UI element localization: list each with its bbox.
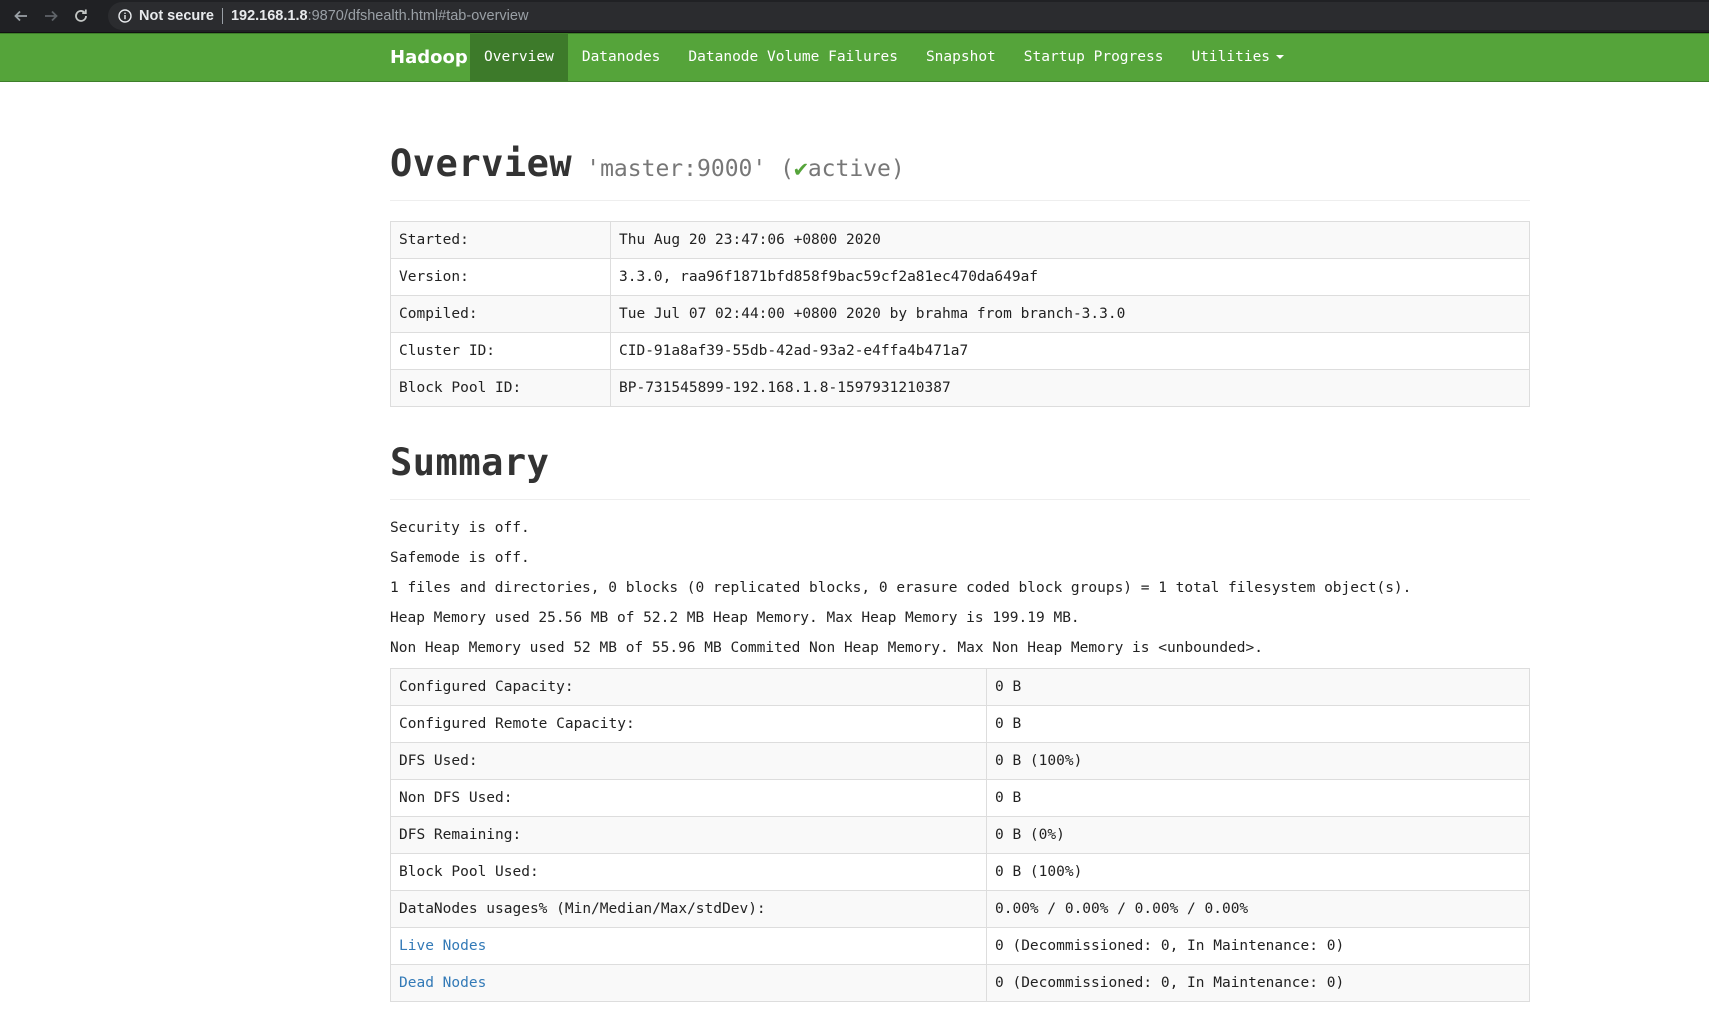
host-status: 'master:9000' (✔active)	[586, 156, 905, 182]
row-value: 3.3.0, raa96f1871bfd858f9bac59cf2a81ec47…	[610, 258, 1530, 296]
summary-header: Summary	[390, 441, 1530, 500]
row-label: Live Nodes	[390, 927, 987, 965]
safemode-status: Safemode is off.	[390, 550, 530, 566]
row-value: 0 (Decommissioned: 0, In Maintenance: 0)	[986, 964, 1530, 1002]
row-value: 0 B (100%)	[986, 853, 1530, 891]
overview-title: Overview	[390, 142, 573, 185]
row-value: Thu Aug 20 23:47:06 +0800 2020	[610, 221, 1530, 259]
table-row: Compiled: Tue Jul 07 02:44:00 +0800 2020 …	[390, 295, 1530, 333]
row-label: Cluster ID:	[390, 332, 611, 370]
row-value: BP-731545899-192.168.1.8-1597931210387	[610, 369, 1530, 407]
row-label: Configured Capacity:	[390, 668, 987, 706]
reload-icon[interactable]	[68, 3, 94, 29]
row-label: DataNodes usages% (Min/Median/Max/stdDev…	[390, 890, 987, 928]
non-heap-memory: Non Heap Memory used 52 MB of 55.96 MB C…	[390, 640, 1263, 656]
info-icon	[118, 9, 132, 23]
page-title: Overview 'master:9000' (✔active)	[390, 142, 1530, 185]
top-navbar: Hadoop Overview Datanodes Datanode Volum…	[0, 33, 1709, 82]
utilities-dropdown[interactable]: Utilities	[1177, 34, 1298, 81]
utilities-label: Utilities	[1191, 49, 1271, 65]
dead-nodes-link[interactable]: Dead Nodes	[399, 975, 486, 991]
row-value: 0 B	[986, 668, 1530, 706]
tab-datanodes[interactable]: Datanodes	[568, 34, 675, 81]
row-value: 0.00% / 0.00% / 0.00% / 0.00%	[986, 890, 1530, 928]
summary-table: Configured Capacity: 0 B Configured Remot…	[390, 668, 1530, 1002]
filesystem-objects: 1 files and directories, 0 blocks (0 rep…	[390, 580, 1412, 596]
row-value: Tue Jul 07 02:44:00 +0800 2020 by brahma…	[610, 295, 1530, 333]
row-value: 0 B	[986, 779, 1530, 817]
row-label: Block Pool ID:	[390, 369, 611, 407]
row-label: Configured Remote Capacity:	[390, 705, 987, 743]
caret-down-icon	[1276, 55, 1285, 59]
url-path: :9870/dfshealth.html#tab-overview	[307, 8, 529, 24]
nav-tabs: Overview Datanodes Datanode Volume Failu…	[470, 34, 1298, 81]
row-label: Block Pool Used:	[390, 853, 987, 891]
row-label: Dead Nodes	[390, 964, 987, 1002]
row-label: Version:	[390, 258, 611, 296]
omnibox-divider	[221, 8, 223, 24]
row-value: 0 B (0%)	[986, 816, 1530, 854]
row-label: Non DFS Used:	[390, 779, 987, 817]
table-row: Configured Remote Capacity: 0 B	[390, 705, 1530, 743]
table-row: Live Nodes 0 (Decommissioned: 0, In Maint…	[390, 927, 1530, 965]
back-arrow-icon[interactable]	[8, 3, 34, 29]
table-row: Version: 3.3.0, raa96f1871bfd858f9bac59cf…	[390, 258, 1530, 296]
main-content: Overview 'master:9000' (✔active) Started:…	[390, 82, 1530, 1002]
row-label: DFS Remaining:	[390, 816, 987, 854]
row-label: Compiled:	[390, 295, 611, 333]
row-label: Started:	[390, 221, 611, 259]
tab-snapshot[interactable]: Snapshot	[912, 34, 1010, 81]
summary-title: Summary	[390, 441, 550, 484]
table-row: Started: Thu Aug 20 23:47:06 +0800 2020	[390, 221, 1530, 259]
table-row: Dead Nodes 0 (Decommissioned: 0, In Maint…	[390, 964, 1530, 1002]
security-status: Security is off.	[390, 520, 530, 536]
table-row: DFS Remaining: 0 B (0%)	[390, 816, 1530, 854]
row-value: 0 B	[986, 705, 1530, 743]
tab-overview[interactable]: Overview	[470, 34, 568, 81]
table-row: DataNodes usages% (Min/Median/Max/stdDev…	[390, 890, 1530, 928]
security-indicator[interactable]: Not secure	[118, 8, 214, 24]
table-row: DFS Used: 0 B (100%)	[390, 742, 1530, 780]
live-nodes-link[interactable]: Live Nodes	[399, 938, 486, 954]
table-row: Non DFS Used: 0 B	[390, 779, 1530, 817]
table-row: Block Pool Used: 0 B (100%)	[390, 853, 1530, 891]
url-host: 192.168.1.8	[230, 8, 308, 24]
browser-toolbar: Not secure 192.168.1.8:9870/dfshealth.ht…	[0, 0, 1709, 33]
row-value: 0 B (100%)	[986, 742, 1530, 780]
brand-link[interactable]: Hadoop	[390, 34, 468, 81]
table-row: Configured Capacity: 0 B	[390, 668, 1530, 706]
check-icon: ✔	[793, 156, 808, 182]
row-label: DFS Used:	[390, 742, 987, 780]
table-row: Cluster ID: CID-91a8af39-55db-42ad-93a2-e…	[390, 332, 1530, 370]
namenode-host: 'master:9000'	[586, 156, 767, 182]
status-open: (	[780, 156, 794, 182]
overview-table: Started: Thu Aug 20 23:47:06 +0800 2020 V…	[390, 221, 1530, 407]
tab-startup-progress[interactable]: Startup Progress	[1010, 34, 1178, 81]
summary-lines: Security is off. Safemode is off. 1 file…	[390, 518, 1530, 668]
security-label: Not secure	[139, 8, 214, 24]
heap-memory: Heap Memory used 25.56 MB of 52.2 MB Hea…	[390, 610, 1080, 626]
row-value: 0 (Decommissioned: 0, In Maintenance: 0)	[986, 927, 1530, 965]
forward-arrow-icon[interactable]	[38, 3, 64, 29]
address-bar[interactable]: Not secure 192.168.1.8:9870/dfshealth.ht…	[108, 2, 1709, 30]
tab-datanode-volume-failures[interactable]: Datanode Volume Failures	[674, 34, 912, 81]
overview-header: Overview 'master:9000' (✔active)	[390, 142, 1530, 201]
namenode-status: active)	[807, 156, 905, 182]
row-value: CID-91a8af39-55db-42ad-93a2-e4ffa4b471a7	[610, 332, 1530, 370]
table-row: Block Pool ID: BP-731545899-192.168.1.8-1…	[390, 369, 1530, 407]
